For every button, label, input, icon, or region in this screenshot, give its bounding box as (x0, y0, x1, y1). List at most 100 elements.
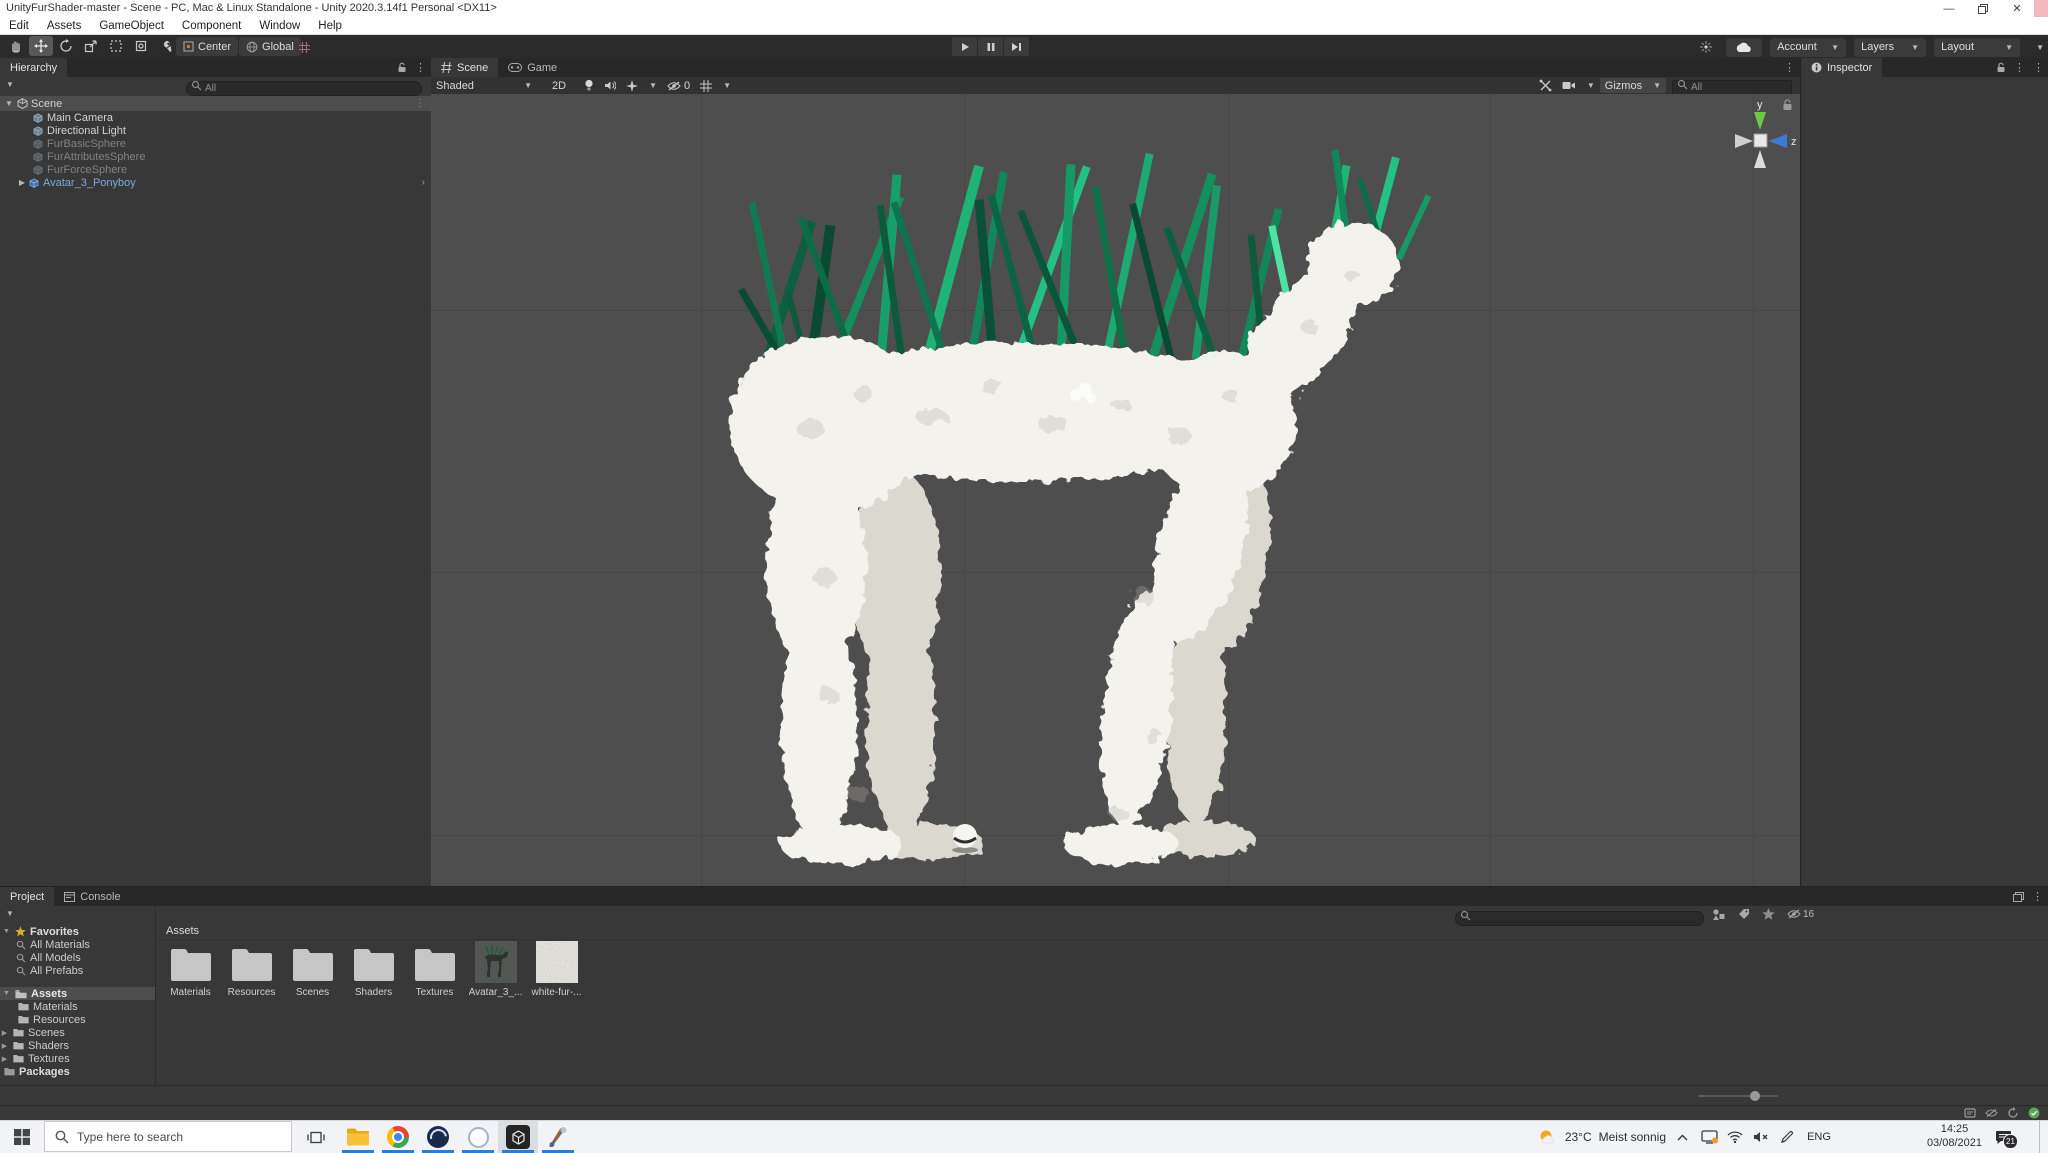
move-tool-button[interactable] (29, 36, 53, 56)
kebab-menu-icon[interactable]: ⋮ (415, 61, 426, 74)
asset-folder-textures[interactable]: Textures (404, 943, 465, 998)
scene-search-input[interactable] (1672, 80, 1792, 95)
gizmos-dropdown[interactable]: Gizmos▼ (1600, 78, 1666, 93)
restore-button[interactable] (1966, 0, 2000, 17)
asset-texture-white-fur[interactable]: white-fur-... (526, 943, 587, 998)
hierarchy-item-furbasicsphere[interactable]: FurBasicSphere (0, 137, 431, 150)
tab-scene[interactable]: Scene (431, 58, 498, 77)
pan-tool-button[interactable] (4, 36, 28, 56)
tree-folder-resources[interactable]: Resources (0, 1013, 155, 1026)
hidden-packages-count[interactable]: 16 (1787, 909, 1814, 920)
foldout-arrow-icon[interactable]: ▼ (2, 990, 11, 997)
taskbar-unity-active[interactable] (498, 1121, 538, 1153)
axis-x-cone[interactable] (1735, 134, 1753, 148)
start-button[interactable] (0, 1121, 44, 1153)
layers-dropdown[interactable]: Layers▼ (1854, 38, 1926, 57)
tree-folder-scenes[interactable]: ▶ Scenes (0, 1026, 155, 1039)
collab-button[interactable] (1694, 37, 1718, 57)
play-button[interactable] (952, 37, 977, 56)
tab-hierarchy[interactable]: Hierarchy (0, 58, 67, 77)
tree-all-prefabs[interactable]: All Prefabs (0, 964, 155, 977)
transform-tool-button[interactable] (129, 36, 153, 56)
account-dropdown[interactable]: Account▼ (1770, 38, 1846, 57)
effects-dropdown-button[interactable]: ▼ (621, 78, 662, 93)
2d-toggle-button[interactable]: 2D (547, 78, 571, 93)
scene-camera-dropdown[interactable]: ▼ (1557, 78, 1600, 93)
show-desktop-button[interactable] (2039, 1121, 2048, 1153)
overflow-dropdown[interactable]: ▼ (2036, 43, 2044, 52)
lighting-toggle-button[interactable] (579, 78, 599, 93)
tree-favorites[interactable]: ▼ Favorites (0, 925, 155, 938)
asset-prefab-avatar[interactable]: Avatar_3_... (465, 943, 526, 998)
foldout-arrow-icon[interactable]: ▶ (0, 1055, 9, 1063)
kebab-menu-icon[interactable]: ⋮ (2032, 890, 2043, 903)
shading-mode-dropdown[interactable]: Shaded▼ (431, 78, 537, 93)
foldout-arrow-icon[interactable]: ▶ (0, 1042, 9, 1050)
refresh-status-icon[interactable] (2007, 1107, 2019, 1119)
tab-game[interactable]: Game (498, 58, 567, 77)
notification-center-button[interactable]: 21 (1986, 1121, 2020, 1153)
asset-folder-scenes[interactable]: Scenes (282, 943, 343, 998)
tab-inspector[interactable]: Inspector (1801, 58, 1882, 77)
step-button[interactable] (1004, 37, 1029, 56)
axis-z-cone[interactable] (1768, 134, 1787, 148)
cloud-services-button[interactable] (1726, 38, 1762, 57)
hierarchy-item-avatar-3-ponyboy[interactable]: ▶ Avatar_3_Ponyboy › (0, 176, 431, 189)
taskbar-paint-app[interactable] (538, 1121, 578, 1153)
tab-project[interactable]: Project (0, 887, 54, 906)
tray-expand-chevron[interactable] (1672, 1121, 1692, 1153)
hierarchy-item-scene[interactable]: ▼ Scene ⋮ (0, 96, 431, 111)
close-button[interactable]: ✕ (2000, 0, 2034, 17)
scene-orientation-gizmo[interactable]: y z ≡Right (1727, 96, 1799, 182)
foldout-arrow-icon[interactable]: ▶ (17, 178, 27, 187)
lock-icon[interactable] (397, 62, 407, 73)
scene-tools-button[interactable] (1534, 78, 1557, 93)
kebab-menu-icon[interactable]: ⋮ (2014, 61, 2025, 74)
gizmo-center-cube[interactable] (1754, 134, 1767, 147)
favorites-star-icon[interactable] (1762, 908, 1775, 920)
rect-tool-button[interactable] (104, 36, 128, 56)
taskbar-weather[interactable]: 23°C Meist sonnig (1538, 1121, 1666, 1153)
asset-folder-materials[interactable]: Materials (160, 943, 221, 998)
audio-toggle-button[interactable] (599, 78, 621, 93)
search-by-label-icon[interactable] (1738, 908, 1750, 920)
hierarchy-item-main-camera[interactable]: Main Camera (0, 111, 431, 124)
prefab-open-arrow[interactable]: › (422, 177, 425, 188)
tree-all-models[interactable]: All Models (0, 951, 155, 964)
pivot-toggle-button[interactable]: Center (176, 37, 238, 56)
kebab-menu-icon[interactable]: ⋮ (1784, 61, 1795, 74)
window-layout-icon[interactable] (2013, 892, 2024, 902)
asset-folder-shaders[interactable]: Shaders (343, 943, 404, 998)
menu-assets[interactable]: Assets (38, 20, 91, 32)
menu-gameobject[interactable]: GameObject (90, 20, 173, 32)
scene-visibility-status-icon[interactable] (1985, 1108, 1998, 1118)
hidden-objects-button[interactable]: 0 (662, 78, 695, 93)
hierarchy-item-furattributessphere[interactable]: FurAttributesSphere (0, 150, 431, 163)
tray-wifi-icon[interactable] (1722, 1121, 1748, 1153)
hierarchy-item-directional-light[interactable]: Directional Light (0, 124, 431, 137)
thumbnail-zoom-slider[interactable] (1698, 1095, 1778, 1097)
taskbar-clock[interactable]: 14:25 03/08/2021 (1927, 1121, 1982, 1153)
tray-cast-icon[interactable] (1696, 1121, 1722, 1153)
menu-component[interactable]: Component (173, 20, 250, 32)
axis-y-cone[interactable] (1754, 112, 1766, 130)
gizmo-lock-icon[interactable] (1784, 100, 1792, 110)
rotate-tool-button[interactable] (54, 36, 78, 56)
lock-icon[interactable] (1996, 62, 2006, 73)
menu-help[interactable]: Help (309, 20, 351, 32)
project-create-dropdown[interactable]: ▼ (6, 909, 14, 918)
tree-folder-materials[interactable]: Materials (0, 1000, 155, 1013)
task-view-button[interactable] (296, 1121, 336, 1153)
foldout-arrow-icon[interactable]: ▼ (2, 928, 11, 935)
tree-assets[interactable]: ▼ Assets (0, 987, 155, 1000)
kebab-menu-icon[interactable]: ⋮ (2033, 61, 2044, 74)
tray-volume-muted-icon[interactable] (1748, 1121, 1774, 1153)
taskbar-light-circle-app[interactable] (458, 1121, 498, 1153)
scene-canvas[interactable]: y z ≡Right (431, 94, 1800, 886)
tree-all-materials[interactable]: All Materials (0, 938, 155, 951)
hierarchy-search-input[interactable] (186, 81, 422, 96)
tray-pen-icon[interactable] (1774, 1121, 1800, 1153)
progress-ok-icon[interactable] (2028, 1107, 2040, 1119)
grid-visibility-dropdown[interactable]: ▼ (695, 78, 736, 93)
ball-object[interactable] (952, 824, 978, 853)
